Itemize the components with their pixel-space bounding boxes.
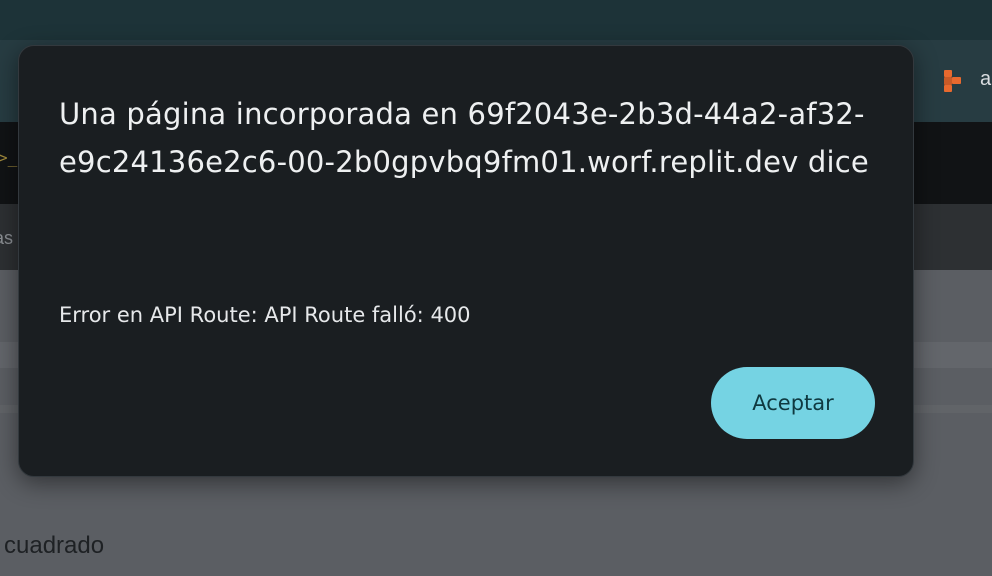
dialog-title: Una página incorporada en 69f2043e-2b3d-… bbox=[59, 97, 869, 179]
content-label: cuadrado bbox=[4, 532, 105, 559]
accept-button[interactable]: Aceptar bbox=[711, 367, 875, 439]
alert-dialog: Una página incorporada en 69f2043e-2b3d-… bbox=[18, 45, 914, 477]
dialog-message: Error en API Route: API Route falló: 400 bbox=[59, 303, 471, 327]
header-user-label: a bbox=[980, 68, 992, 90]
browser-tab-strip bbox=[0, 0, 992, 40]
browser-viewport: a >_ as cuadrado Una página incorporada … bbox=[0, 0, 992, 576]
console-prompt-icon: >_ bbox=[0, 148, 18, 167]
secondary-toolbar-label: as bbox=[0, 228, 14, 248]
replit-logo-icon bbox=[944, 70, 964, 92]
